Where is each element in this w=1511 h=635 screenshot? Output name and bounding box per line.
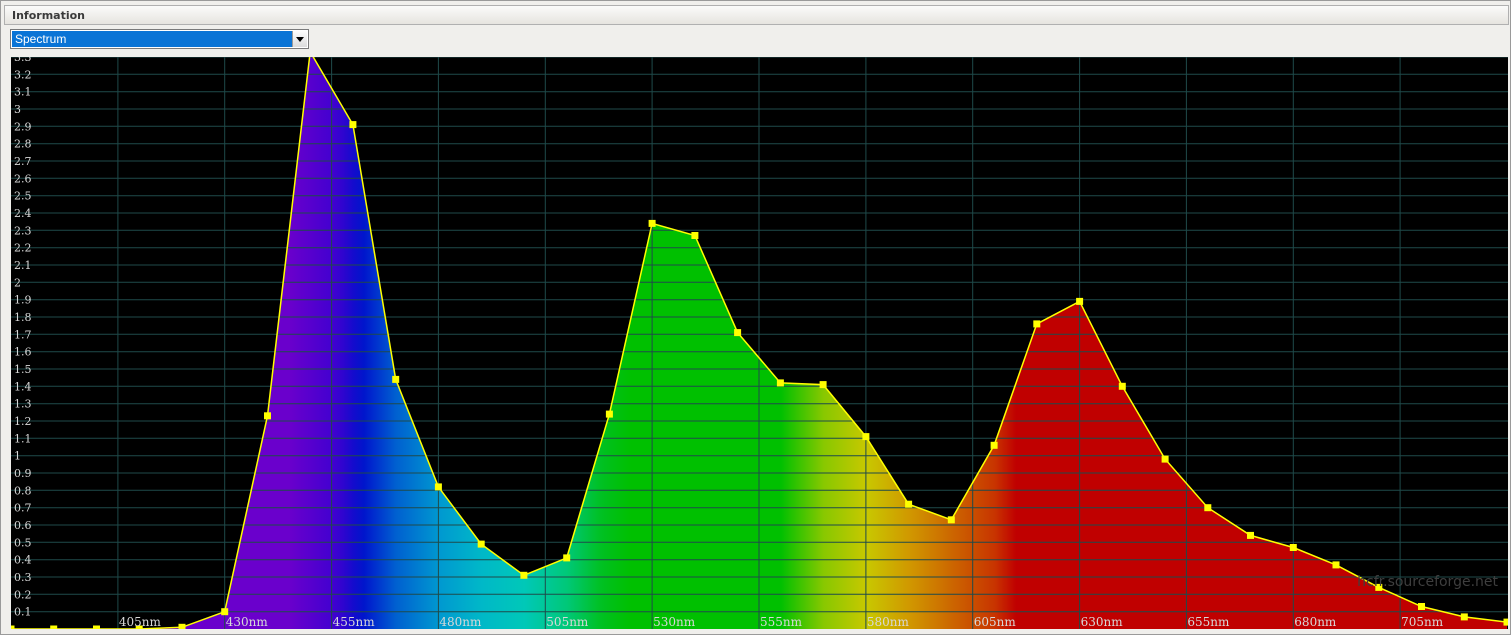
- x-tick-label: 505nm: [546, 615, 589, 629]
- y-tick-label: 1.4: [14, 380, 32, 393]
- y-tick-label: 0.3: [14, 571, 32, 584]
- panel-title: Information: [12, 9, 85, 22]
- y-tick-label: 2.3: [14, 224, 32, 237]
- data-point: [605, 410, 613, 418]
- data-point: [563, 554, 571, 562]
- y-tick-label: 2.6: [14, 172, 32, 185]
- x-tick-label: 455nm: [333, 615, 376, 629]
- x-tick-label: 680nm: [1294, 615, 1337, 629]
- y-tick-label: 0.7: [14, 502, 32, 515]
- watermark-text: hcfr.sourceforge.net: [1357, 574, 1498, 590]
- y-tick-label: 3: [14, 103, 21, 116]
- data-point: [905, 500, 913, 508]
- data-point: [1418, 603, 1425, 610]
- x-tick-label: 630nm: [1081, 615, 1124, 629]
- data-point: [520, 571, 528, 579]
- data-point: [1033, 320, 1041, 328]
- x-tick-label: 555nm: [760, 615, 803, 629]
- y-tick-label: 2.4: [14, 207, 32, 220]
- data-point: [1247, 531, 1254, 539]
- y-tick-label: 0.9: [14, 467, 32, 480]
- x-tick-label: 580nm: [867, 615, 910, 629]
- y-tick-label: 0.5: [14, 536, 32, 549]
- y-tick-label: 1.6: [14, 346, 32, 359]
- data-point: [349, 121, 357, 129]
- y-tick-label: 2.5: [14, 190, 32, 203]
- y-tick-label: 2.8: [14, 138, 32, 151]
- y-tick-label: 1.5: [14, 363, 32, 376]
- information-panel: Information Spectrum 0.1 0.2 0.3 0.4 0.5 0.6 0…: [0, 0, 1511, 635]
- data-point: [477, 540, 485, 548]
- data-point: [1289, 544, 1297, 551]
- data-point: [392, 375, 400, 383]
- y-tick-label: 2.9: [14, 120, 32, 133]
- y-tick-label: 2.2: [14, 242, 32, 255]
- y-tick-label: 0.1: [14, 606, 32, 619]
- y-tick-label: 1.9: [14, 294, 32, 307]
- x-tick-label: 605nm: [974, 615, 1017, 629]
- data-point: [947, 516, 955, 524]
- y-tick-label: 1.2: [14, 415, 32, 428]
- y-tick-label: 0.2: [14, 588, 32, 601]
- y-tick-label: 0.4: [14, 554, 32, 567]
- view-select-value: Spectrum: [12, 31, 292, 47]
- y-tick-label: 2.7: [14, 155, 32, 168]
- y-tick-label: 2: [14, 276, 21, 289]
- y-tick-label: 0.6: [14, 519, 32, 532]
- data-point: [264, 412, 271, 420]
- x-tick-label: 655nm: [1187, 615, 1230, 629]
- data-point: [178, 623, 186, 629]
- data-point: [819, 381, 827, 389]
- y-tick-label: 3.3: [14, 57, 32, 64]
- view-select-dropdown[interactable]: Spectrum: [10, 29, 309, 49]
- x-tick-label: 430nm: [226, 615, 269, 629]
- data-point: [691, 232, 699, 239]
- data-point: [990, 441, 998, 449]
- data-point: [11, 625, 15, 629]
- x-tick-label: 480nm: [439, 615, 482, 629]
- y-tick-label: 3.2: [14, 68, 32, 81]
- data-point: [50, 625, 58, 629]
- panel-header: Information: [4, 5, 1509, 25]
- chevron-down-icon[interactable]: [292, 31, 307, 47]
- y-tick-label: 2.1: [14, 259, 32, 272]
- data-point: [1118, 382, 1126, 390]
- x-tick-label: 405nm: [119, 615, 162, 629]
- data-point: [648, 219, 656, 227]
- data-point: [776, 379, 784, 387]
- data-point: [1161, 455, 1169, 463]
- data-point: [1332, 561, 1340, 569]
- y-tick-label: 0.8: [14, 484, 32, 497]
- data-point: [93, 625, 100, 629]
- grid: [11, 57, 1508, 629]
- y-tick-label: 1.3: [14, 398, 32, 411]
- y-tick-label: 1.8: [14, 311, 32, 324]
- spectrum-chart: 0.1 0.2 0.3 0.4 0.5 0.6 0.7 0.8 0.9 1 1.1 1.2 1.3 1.4…: [11, 57, 1508, 629]
- data-point: [1204, 504, 1212, 512]
- y-tick-label: 3.1: [14, 86, 32, 99]
- data-point: [1503, 618, 1508, 626]
- x-tick-label: 705nm: [1401, 615, 1444, 629]
- y-tick-label: 1.7: [14, 328, 32, 341]
- spectrum-chart-svg: 0.1 0.2 0.3 0.4 0.5 0.6 0.7 0.8 0.9 1 1.1 1.2 1.3 1.4…: [11, 57, 1508, 629]
- x-tick-label: 530nm: [653, 615, 696, 629]
- data-point: [1076, 297, 1084, 305]
- data-point: [734, 329, 742, 337]
- data-point: [862, 433, 870, 441]
- y-tick-label: 1.1: [14, 432, 32, 445]
- data-point: [434, 483, 442, 491]
- y-tick-label: 1: [14, 450, 21, 463]
- data-point: [1460, 613, 1468, 621]
